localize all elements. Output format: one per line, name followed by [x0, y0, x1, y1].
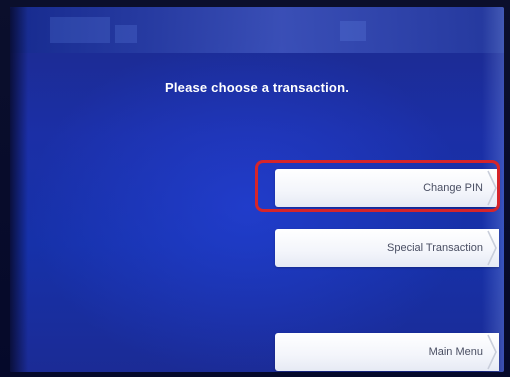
chevron-right-icon [485, 333, 499, 371]
chevron-right-icon [485, 229, 499, 267]
chevron-right-icon [485, 169, 499, 207]
change-pin-button[interactable]: Change PIN [275, 169, 499, 207]
screen-edge-shadow [10, 7, 28, 372]
decor-block [115, 25, 137, 43]
change-pin-label: Change PIN [423, 182, 483, 194]
atm-screen: Please choose a transaction. Change PIN … [10, 7, 504, 372]
prompt-text: Please choose a transaction. [164, 80, 350, 95]
main-menu-button[interactable]: Main Menu [275, 333, 499, 371]
decor-block [50, 17, 110, 43]
main-menu-label: Main Menu [428, 346, 483, 358]
decor-block [340, 21, 366, 41]
special-transaction-label: Special Transaction [387, 242, 483, 254]
special-transaction-button[interactable]: Special Transaction [275, 229, 499, 267]
